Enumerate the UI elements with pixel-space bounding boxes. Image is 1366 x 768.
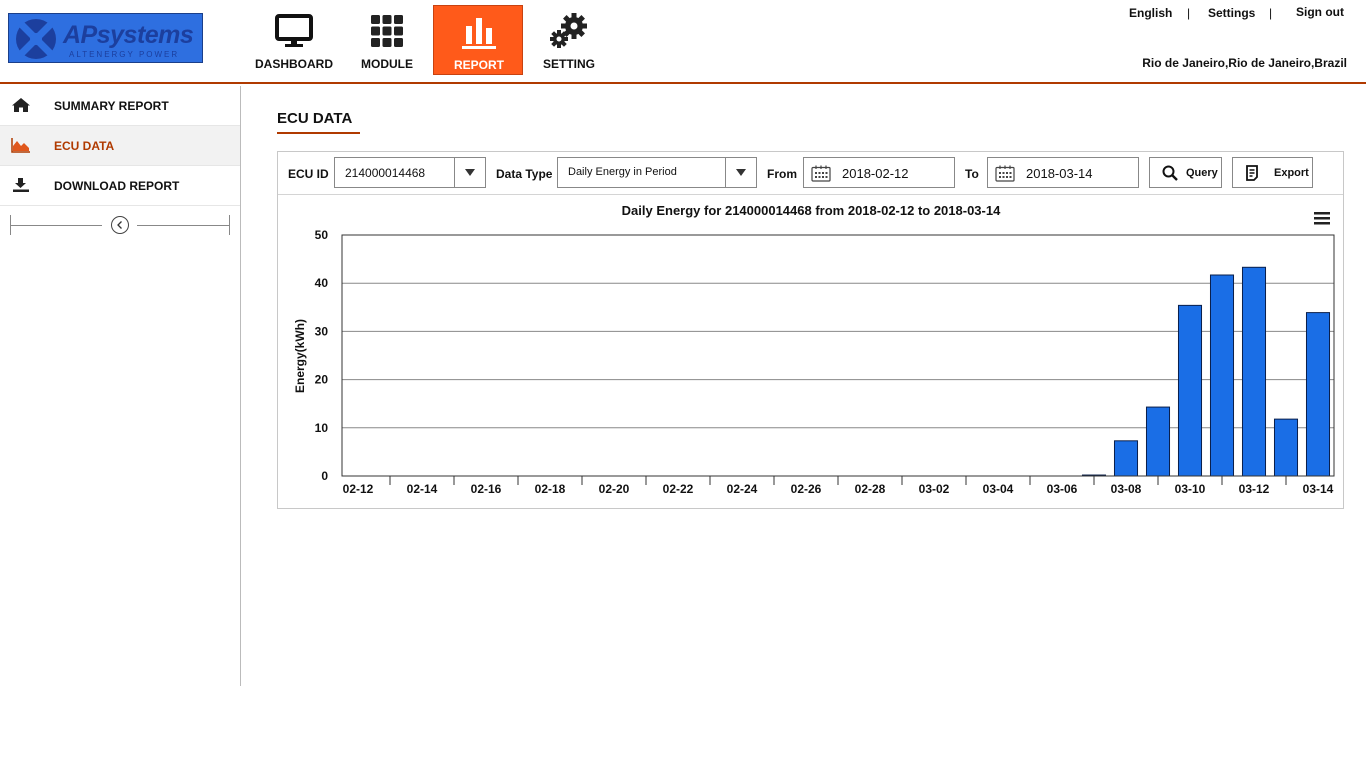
from-date-value: 2018-02-12 [842, 166, 909, 181]
grid-icon [371, 15, 403, 47]
chart-bar[interactable] [1145, 406, 1171, 477]
nav-dashboard[interactable]: DASHBOARD [249, 5, 339, 75]
calendar-icon [995, 165, 1015, 182]
nav-report-label: REPORT [453, 58, 504, 72]
from-date-input[interactable]: 2018-02-12 [803, 157, 955, 188]
gears-icon [550, 13, 587, 48]
x-tick-label: 02-28 [855, 482, 886, 496]
logo-brand-text: APsystems [63, 21, 194, 49]
x-tick-label: 02-12 [343, 482, 374, 496]
from-label: From [767, 167, 797, 181]
sidebar-item-label: SUMMARY REPORT [54, 99, 169, 113]
nav-dashboard-label: DASHBOARD [255, 57, 333, 71]
x-tick-label: 02-24 [727, 482, 758, 496]
nav-module[interactable]: MODULE [342, 5, 432, 75]
data-type-select[interactable]: Daily Energy in Period [557, 157, 757, 188]
sidebar-item-label: DOWNLOAD REPORT [54, 179, 180, 193]
nav-module-label: MODULE [361, 57, 413, 71]
sidebar-item-download-report[interactable]: DOWNLOAD REPORT [0, 166, 240, 206]
x-tick-label: 03-06 [1047, 482, 1078, 496]
to-date-value: 2018-03-14 [1026, 166, 1093, 181]
chart-bar[interactable] [1177, 304, 1203, 477]
language-link[interactable]: English [1129, 6, 1172, 20]
export-button-label: Export [1274, 167, 1309, 179]
chevron-down-icon [454, 158, 485, 187]
divider [10, 225, 102, 226]
logo-tagline: ALTENERGY POWER [69, 50, 180, 59]
sidebar-item-summary-report[interactable]: SUMMARY REPORT [0, 86, 240, 126]
location-text: Rio de Janeiro,Rio de Janeiro,Brazil [1142, 56, 1347, 70]
ecu-id-value: 214000014468 [345, 166, 426, 180]
x-tick-label: 02-16 [471, 482, 502, 496]
sidebar-item-label: ECU DATA [54, 139, 115, 153]
chart-menu-icon[interactable] [1313, 210, 1331, 226]
query-button-label: Query [1186, 167, 1218, 179]
x-tick-label: 02-18 [535, 482, 566, 496]
ecu-data-panel: ECU ID 214000014468 Data Type Daily Ener… [277, 151, 1344, 509]
chart-bar[interactable] [1305, 312, 1331, 477]
sidebar-collapse-row [10, 214, 230, 236]
chevron-left-icon [117, 221, 122, 229]
query-button[interactable]: Query [1149, 157, 1222, 188]
chart-bar[interactable] [1273, 418, 1299, 477]
sidebar-item-ecu-data[interactable]: ECU DATA [0, 126, 240, 166]
title-underline [277, 132, 360, 134]
y-tick-label: 0 [321, 469, 328, 483]
chart-bar[interactable] [1241, 266, 1267, 477]
query-toolbar: ECU ID 214000014468 Data Type Daily Ener… [278, 152, 1343, 195]
divider [137, 225, 230, 226]
y-tick-label: 30 [315, 324, 329, 338]
header: APsystems ALTENERGY POWER DASHBOARD MODU… [0, 0, 1366, 84]
x-tick-label: 02-22 [663, 482, 694, 496]
home-icon [12, 98, 30, 112]
ecu-id-select[interactable]: 214000014468 [334, 157, 486, 188]
separator: | [1187, 6, 1191, 20]
search-icon [1162, 165, 1178, 181]
sidebar: SUMMARY REPORT ECU DATA DOWNLOAD REPORT [0, 86, 241, 686]
bar-chart-icon [462, 18, 496, 49]
nav-report[interactable]: REPORT [433, 5, 523, 75]
calendar-icon [811, 165, 831, 182]
energy-chart: Daily Energy for 214000014468 from 2018-… [278, 196, 1343, 508]
sign-out-link[interactable]: Sign out [1296, 5, 1344, 19]
y-tick-label: 20 [315, 373, 329, 387]
x-tick-label: 03-02 [919, 482, 950, 496]
download-icon [13, 178, 29, 192]
nav-setting-label: SETTING [542, 57, 595, 71]
x-tick-label: 03-14 [1303, 482, 1334, 496]
logo-mark-icon [16, 19, 56, 59]
chart-title: Daily Energy for 214000014468 from 2018-… [622, 203, 1001, 218]
data-type-value: Daily Energy in Period [568, 166, 677, 178]
x-tick-label: 02-14 [407, 482, 438, 496]
settings-link[interactable]: Settings [1208, 6, 1255, 20]
chevron-down-icon [725, 158, 756, 187]
export-document-icon [1246, 165, 1258, 181]
nav-setting[interactable]: SETTING [524, 5, 614, 75]
energy-chart-svg: Daily Energy for 214000014468 from 2018-… [293, 203, 1335, 496]
separator: | [1269, 6, 1273, 20]
collapse-sidebar-button[interactable] [111, 216, 129, 234]
x-tick-label: 03-10 [1175, 482, 1206, 496]
chart-bar[interactable] [1113, 440, 1139, 477]
to-date-input[interactable]: 2018-03-14 [987, 157, 1139, 188]
y-tick-label: 10 [315, 421, 329, 435]
apsystems-logo[interactable]: APsystems ALTENERGY POWER [8, 13, 203, 63]
data-type-label: Data Type [496, 167, 553, 181]
ecu-id-label: ECU ID [288, 167, 329, 181]
x-tick-label: 03-04 [983, 482, 1014, 496]
chart-bar[interactable] [1209, 274, 1235, 477]
x-tick-label: 02-20 [599, 482, 630, 496]
chart-y-axis-label: Energy(kWh) [293, 319, 307, 393]
x-tick-label: 03-08 [1111, 482, 1142, 496]
page-title: ECU DATA [277, 110, 353, 127]
y-tick-label: 50 [315, 228, 329, 242]
to-label: To [965, 167, 979, 181]
x-tick-label: 03-12 [1239, 482, 1270, 496]
export-button[interactable]: Export [1232, 157, 1313, 188]
area-chart-icon [11, 138, 30, 153]
y-tick-label: 40 [315, 276, 329, 290]
x-tick-label: 02-26 [791, 482, 822, 496]
monitor-icon [275, 14, 313, 47]
divider [229, 215, 230, 235]
